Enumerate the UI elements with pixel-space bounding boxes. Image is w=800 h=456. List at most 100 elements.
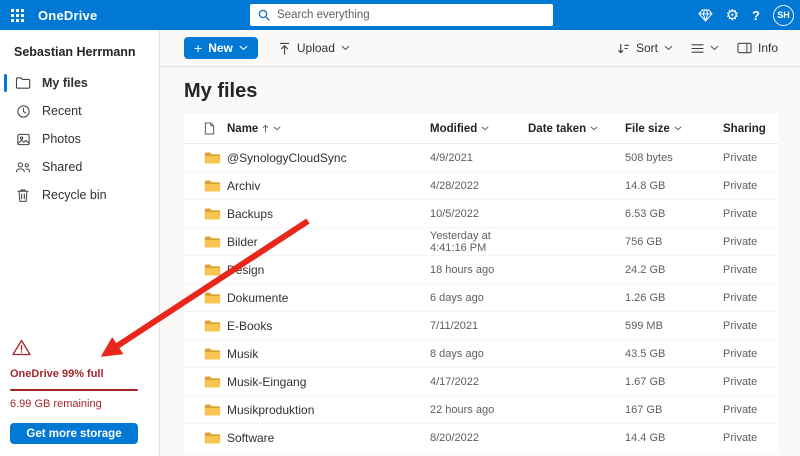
folder-icon <box>204 291 227 305</box>
new-button[interactable]: + New <box>184 37 258 59</box>
file-name[interactable]: Musik-Eingang <box>227 375 430 389</box>
sidebar-item-photos[interactable]: Photos <box>0 125 159 153</box>
file-sharing[interactable]: Private <box>723 208 778 220</box>
file-modified: 18 hours ago <box>430 263 495 276</box>
file-modified: 4/28/2022 <box>430 179 479 192</box>
premium-diamond-icon[interactable] <box>698 8 713 22</box>
help-icon[interactable]: ? <box>752 9 760 22</box>
sidebar-item-my-files[interactable]: My files <box>0 69 159 97</box>
file-name[interactable]: Musik <box>227 347 430 361</box>
column-header-name[interactable]: Name <box>227 123 430 135</box>
chevron-down-icon <box>481 126 489 131</box>
file-size: 167 GB <box>625 403 663 416</box>
file-name[interactable]: @SynologyCloudSync <box>227 151 430 165</box>
column-header-modified[interactable]: Modified <box>430 123 528 135</box>
info-button-label: Info <box>757 41 778 55</box>
file-name[interactable]: Design <box>227 263 430 277</box>
file-type-icon[interactable] <box>204 122 227 135</box>
toolbar-right: Sort Info <box>617 41 778 55</box>
info-panel-icon <box>737 42 752 54</box>
sidebar-item-shared[interactable]: Shared <box>0 153 159 181</box>
file-size: 14.8 GB <box>625 179 666 192</box>
sort-button[interactable]: Sort <box>617 41 673 55</box>
file-name[interactable]: Backups <box>227 207 430 221</box>
get-more-storage-button[interactable]: Get more storage <box>10 423 138 444</box>
table-row[interactable]: @SynologyCloudSync 4/9/2021 508 bytes Pr… <box>184 144 778 172</box>
storage-usage-bar <box>10 389 138 391</box>
info-button[interactable]: Info <box>737 41 778 55</box>
folder-icon <box>204 403 227 417</box>
table-row[interactable]: Bilder Yesterday at 4:41:16 PM 756 GB Pr… <box>184 228 778 256</box>
sidebar-item-recent[interactable]: Recent <box>0 97 159 125</box>
table-row[interactable]: Design 18 hours ago 24.2 GB Private <box>184 256 778 284</box>
file-modified: 4/9/2021 <box>430 151 473 164</box>
file-name[interactable]: E-Books <box>227 319 430 333</box>
upload-button[interactable]: Upload <box>278 41 350 55</box>
view-options-button[interactable] <box>691 43 719 54</box>
new-button-label: New <box>208 41 233 55</box>
file-sharing[interactable]: Private <box>723 320 778 332</box>
main-content: + New Upload Sort Info My files Name Mod… <box>161 30 800 456</box>
folder-icon <box>204 375 227 389</box>
file-name[interactable]: Musikproduktion <box>227 403 430 417</box>
table-row[interactable]: Backups 10/5/2022 6.53 GB Private <box>184 200 778 228</box>
settings-gear-icon[interactable]: ⚙ <box>726 8 739 23</box>
upload-icon <box>278 42 291 55</box>
clock-icon <box>15 103 31 119</box>
column-header-sharing[interactable]: Sharing <box>723 123 778 135</box>
file-name[interactable]: Bilder <box>227 235 430 249</box>
file-sharing[interactable]: Private <box>723 348 778 360</box>
search-box[interactable] <box>250 4 553 26</box>
table-row[interactable]: Musik-Eingang 4/17/2022 1.67 GB Private <box>184 368 778 396</box>
folder-icon <box>204 151 227 165</box>
file-sharing[interactable]: Private <box>723 264 778 276</box>
folder-icon <box>204 319 227 333</box>
folder-icon <box>204 431 227 445</box>
app-header: OneDrive ⚙ ? SH <box>0 0 800 30</box>
file-sharing[interactable]: Private <box>723 180 778 192</box>
file-sharing[interactable]: Private <box>723 376 778 388</box>
file-modified: 8 days ago <box>430 347 484 360</box>
table-row[interactable]: Archiv 4/28/2022 14.8 GB Private <box>184 172 778 200</box>
file-sharing[interactable]: Private <box>723 152 778 164</box>
sidebar-item-label: Recycle bin <box>42 188 107 202</box>
storage-warning: OneDrive 99% full 6.99 GB remaining Get … <box>10 339 138 444</box>
file-sharing[interactable]: Private <box>723 292 778 304</box>
table-header-row: Name Modified Date taken File size Shari… <box>184 114 778 144</box>
table-row[interactable]: Musik 8 days ago 43.5 GB Private <box>184 340 778 368</box>
folder-icon <box>204 235 227 249</box>
file-modified: Yesterday at 4:41:16 PM <box>430 229 491 254</box>
column-header-file-size[interactable]: File size <box>625 123 723 135</box>
app-title[interactable]: OneDrive <box>38 8 97 23</box>
file-sharing[interactable]: Private <box>723 432 778 444</box>
table-row[interactable]: Musikproduktion 22 hours ago 167 GB Priv… <box>184 396 778 424</box>
column-header-date-taken[interactable]: Date taken <box>528 123 625 135</box>
app-launcher-waffle-icon[interactable] <box>2 0 32 30</box>
storage-remaining-text: 6.99 GB remaining <box>10 398 102 410</box>
chevron-down-icon <box>341 45 350 51</box>
file-modified: 7/11/2021 <box>430 319 479 332</box>
file-name[interactable]: Dokumente <box>227 291 430 305</box>
list-view-icon <box>691 43 704 54</box>
table-row[interactable]: E-Books 7/11/2021 599 MB Private <box>184 312 778 340</box>
account-avatar[interactable]: SH <box>773 4 794 26</box>
search-icon <box>258 9 270 21</box>
table-row[interactable]: Dokumente 6 days ago 1.26 GB Private <box>184 284 778 312</box>
chevron-down-icon <box>590 126 598 131</box>
file-size: 24.2 GB <box>625 263 666 276</box>
sidebar-item-recycle-bin[interactable]: Recycle bin <box>0 181 159 209</box>
file-sharing[interactable]: Private <box>723 236 778 248</box>
sort-button-label: Sort <box>635 41 658 55</box>
search-input[interactable] <box>277 9 545 21</box>
table-row[interactable]: Software 8/20/2022 14.4 GB Private <box>184 424 778 452</box>
file-size: 1.67 GB <box>625 375 666 388</box>
file-list-body: @SynologyCloudSync 4/9/2021 508 bytes Pr… <box>184 144 778 452</box>
file-size: 756 GB <box>625 235 663 248</box>
file-name[interactable]: Archiv <box>227 179 430 193</box>
chevron-down-icon <box>674 126 682 131</box>
file-sharing[interactable]: Private <box>723 404 778 416</box>
file-size: 14.4 GB <box>625 432 666 444</box>
sidebar: Sebastian Herrmann My files Recent Photo… <box>0 30 160 456</box>
selected-indicator <box>4 74 7 92</box>
file-name[interactable]: Software <box>227 431 430 445</box>
